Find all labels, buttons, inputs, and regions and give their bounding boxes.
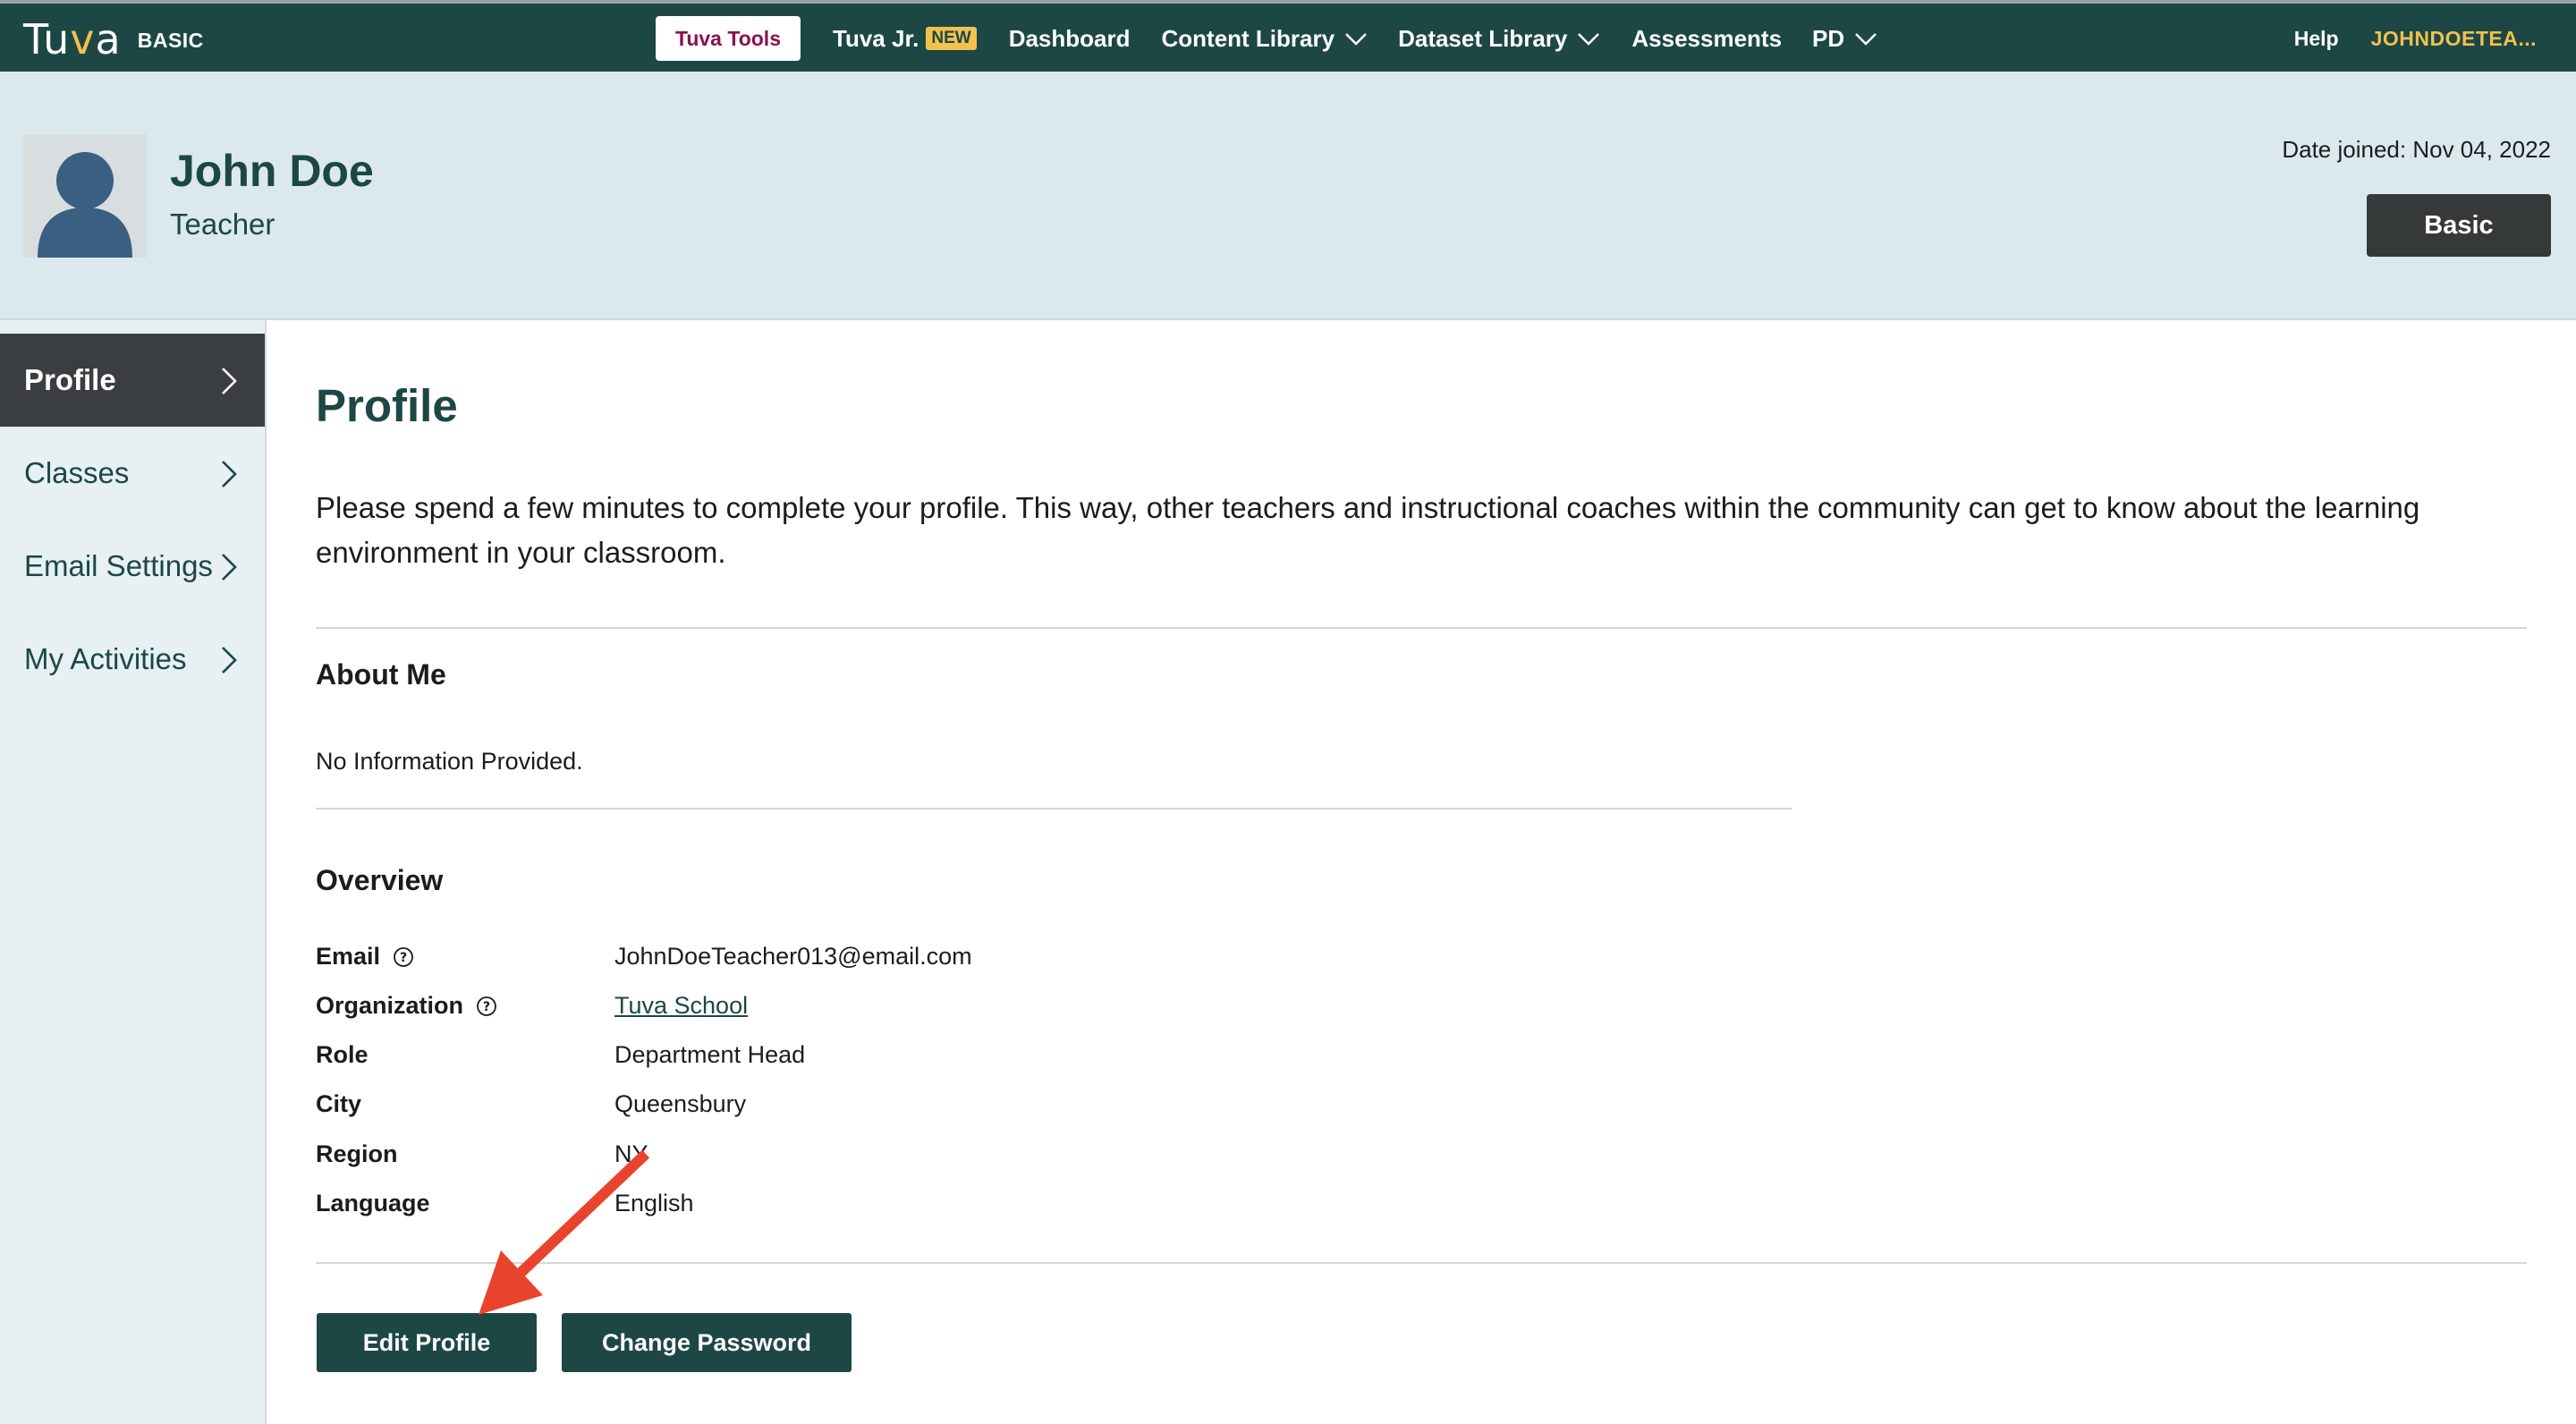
nav-item-label: PD (1812, 24, 1845, 52)
svg-text:?: ? (400, 951, 407, 965)
intro-text: Please spend a few minutes to complete y… (316, 491, 2420, 569)
city-value: Queensbury (614, 1090, 747, 1117)
nav-item-label: Dataset Library (1398, 24, 1568, 52)
chevron-down-icon (1345, 33, 1367, 46)
svg-text:?: ? (483, 1000, 490, 1014)
nav-item-content-library[interactable]: Content Library (1162, 25, 1369, 53)
edit-profile-button[interactable]: Edit Profile (317, 1313, 537, 1372)
nav-item-label: Content Library (1161, 24, 1335, 52)
sidebar-item-label: Email Settings (24, 549, 213, 582)
sidebar-item-label: My Activities (24, 642, 187, 675)
nav-item-dataset-library[interactable]: Dataset Library (1398, 25, 1601, 53)
profile-name: John Doe (170, 146, 374, 196)
language-value: English (614, 1190, 694, 1216)
plan-button[interactable]: Basic (2367, 194, 2551, 257)
nav-item-label: Assessments (1631, 24, 1783, 52)
overview-heading: Overview (316, 864, 444, 896)
help-link[interactable]: Help (2294, 27, 2339, 51)
change-password-button[interactable]: Change Password (562, 1313, 852, 1372)
profile-header: John Doe Teacher Date joined: Nov 04, 20… (0, 72, 2576, 320)
chevron-down-icon (1578, 33, 1600, 46)
question-circle-icon[interactable]: ? (393, 946, 414, 968)
page-title: Profile (316, 380, 458, 431)
nav-item-label: Tuva Jr. (833, 24, 919, 52)
avatar (23, 134, 147, 258)
region-label: Region (316, 1140, 398, 1167)
tuva-logo[interactable]: Tuva BASIC (23, 14, 204, 64)
sidebar-item-my-activities[interactable]: My Activities (0, 613, 265, 706)
organization-link[interactable]: Tuva School (614, 992, 748, 1020)
chevron-right-icon (222, 554, 237, 581)
language-label: Language (316, 1190, 430, 1216)
divider (316, 808, 1792, 809)
divider (316, 627, 2527, 629)
role-label: Role (316, 1041, 369, 1068)
new-badge: NEW (926, 27, 977, 50)
organization-label: Organization ? (316, 992, 497, 1020)
about-me-text: No Information Provided. (316, 748, 583, 775)
region-value: NY (614, 1140, 648, 1167)
nav-right: Help JOHNDOETEA... (2294, 16, 2537, 61)
question-circle-icon[interactable]: ? (476, 996, 497, 1017)
chevron-down-icon (1855, 33, 1877, 46)
nav-item-label: Dashboard (1008, 24, 1131, 52)
main-nav: Tuva Tools Tuva Jr. NEW Dashboard Conten… (656, 16, 1878, 61)
sidebar-item-label: Profile (24, 363, 116, 396)
sidebar-item-profile[interactable]: Profile (0, 334, 265, 427)
nav-item-dashboard[interactable]: Dashboard (1009, 25, 1131, 53)
chevron-right-icon (222, 368, 237, 394)
logo-plan-tag: BASIC (137, 28, 204, 52)
email-value: JohnDoeTeacher013@email.com (614, 943, 972, 970)
about-me-heading: About Me (316, 658, 446, 691)
user-silhouette-icon (23, 134, 147, 258)
top-navigation-bar: Tuva BASIC Tuva Tools Tuva Jr. NEW Dashb… (0, 0, 2576, 72)
chevron-right-icon (222, 461, 237, 487)
date-joined: Date joined: Nov 04, 2022 (2282, 136, 2551, 163)
sidebar-item-email-settings[interactable]: Email Settings (0, 520, 265, 613)
chevron-right-icon (222, 647, 237, 674)
divider (316, 1262, 2527, 1264)
nav-item-tuva-jr[interactable]: Tuva Jr. NEW (833, 25, 977, 53)
nav-item-pd[interactable]: PD (1812, 25, 1878, 53)
main-content: Profile Please spend a few minutes to co… (267, 320, 2576, 1424)
sidebar: Profile Classes Email Settings My Activi… (0, 320, 267, 1424)
profile-role: Teacher (170, 208, 275, 241)
sidebar-item-classes[interactable]: Classes (0, 427, 265, 520)
city-label: City (316, 1090, 362, 1117)
user-menu[interactable]: JOHNDOETEA... (2371, 27, 2537, 51)
nav-item-assessments[interactable]: Assessments (1631, 25, 1782, 53)
logo-wordmark: Tuva (23, 15, 122, 64)
tuva-tools-button[interactable]: Tuva Tools (656, 16, 801, 61)
sidebar-item-label: Classes (24, 456, 130, 489)
email-label: Email ? (316, 943, 414, 971)
role-value: Department Head (614, 1041, 806, 1068)
